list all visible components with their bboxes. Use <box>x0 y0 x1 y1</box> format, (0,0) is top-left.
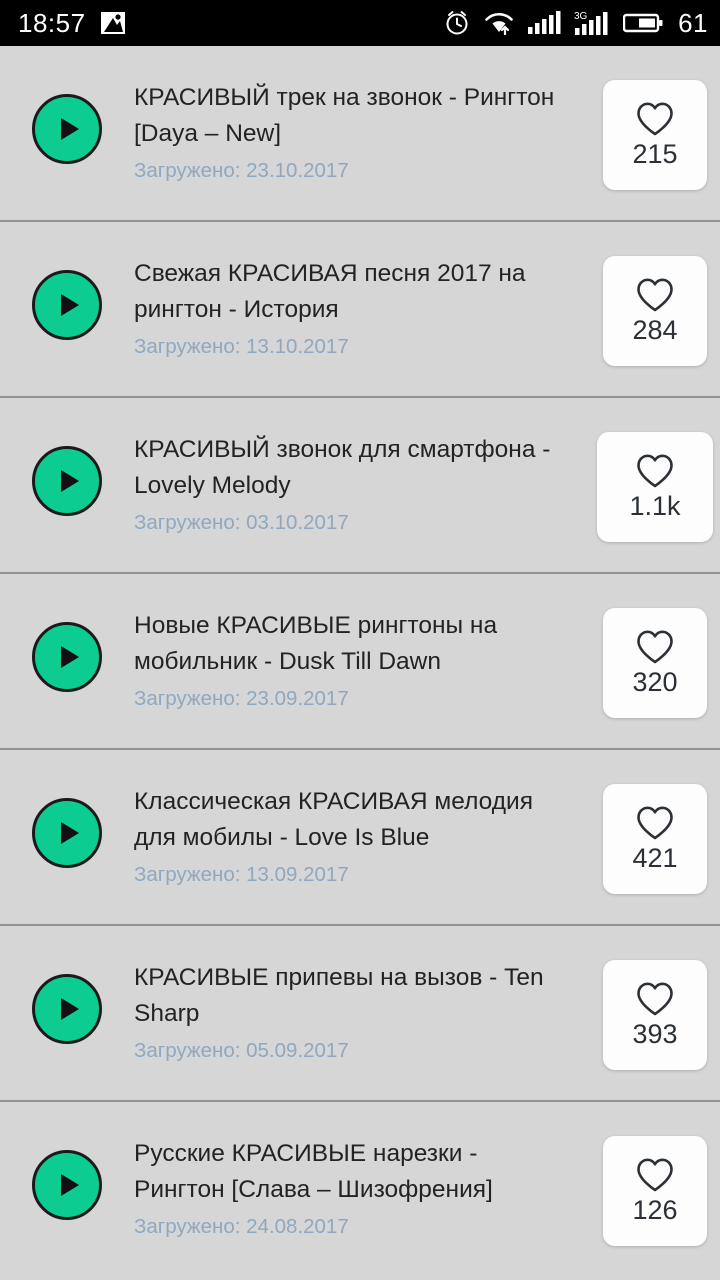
list-item[interactable]: КРАСИВЫЙ трек на звонок - Рингтон [Daya … <box>0 46 720 222</box>
like-wrap[interactable]: 1.1k <box>590 398 720 542</box>
play-button-wrap[interactable] <box>0 1102 134 1220</box>
like-button[interactable]: 320 <box>603 608 707 718</box>
3g-signal-icon: 3G <box>574 11 608 35</box>
like-count: 126 <box>632 1195 678 1225</box>
status-bar: 18:57 3G 61 <box>0 0 720 48</box>
item-upload-date: Загружено: 03.10.2017 <box>134 511 349 534</box>
like-count: 421 <box>632 843 678 873</box>
like-count: 215 <box>632 139 678 169</box>
item-title: КРАСИВЫЙ звонок для смартфона - Lovely M… <box>134 436 551 499</box>
play-icon <box>61 998 79 1020</box>
item-title: Русские КРАСИВЫЕ нарезки - Рингтон [Слав… <box>134 1140 493 1203</box>
play-icon <box>61 822 79 844</box>
play-button-wrap[interactable] <box>0 750 134 868</box>
item-title: КРАСИВЫЕ припевы на вызов - Ten Sharp <box>134 964 544 1027</box>
item-upload-date: Загружено: 23.09.2017 <box>134 687 349 710</box>
like-count: 1.1k <box>629 491 681 521</box>
play-icon <box>61 1174 79 1196</box>
wifi-icon <box>485 12 513 36</box>
ringtone-list[interactable]: КРАСИВЫЙ трек на звонок - Рингтон [Daya … <box>0 46 720 1280</box>
item-title: Новые КРАСИВЫЕ рингтоны на мобильник - D… <box>134 612 498 675</box>
item-title: Классическая КРАСИВАЯ мелодия для мобилы… <box>134 788 533 851</box>
item-upload-date: Загружено: 13.09.2017 <box>134 863 349 886</box>
heart-icon <box>637 630 673 664</box>
play-icon <box>61 646 79 668</box>
item-upload-date: Загружено: 23.10.2017 <box>134 159 349 182</box>
item-text-block: КРАСИВЫЙ трек на звонок - Рингтон [Daya … <box>134 46 590 184</box>
play-button[interactable] <box>32 270 102 340</box>
list-item[interactable]: Русские КРАСИВЫЕ нарезки - Рингтон [Слав… <box>0 1102 720 1278</box>
like-button[interactable]: 126 <box>603 1136 707 1246</box>
like-wrap[interactable]: 215 <box>590 46 720 190</box>
like-count: 320 <box>632 667 678 697</box>
item-upload-date: Загружено: 05.09.2017 <box>134 1039 349 1062</box>
list-item[interactable]: КРАСИВЫЙ звонок для смартфона - Lovely M… <box>0 398 720 574</box>
item-upload-date: Загружено: 13.10.2017 <box>134 335 349 358</box>
like-wrap[interactable]: 421 <box>590 750 720 894</box>
item-text-block: Русские КРАСИВЫЕ нарезки - Рингтон [Слав… <box>134 1102 590 1240</box>
play-button-wrap[interactable] <box>0 222 134 340</box>
heart-icon <box>637 1158 673 1192</box>
like-button[interactable]: 393 <box>603 960 707 1070</box>
status-bar-clock: 18:57 <box>18 7 86 38</box>
heart-icon <box>637 982 673 1016</box>
play-button-wrap[interactable] <box>0 46 134 164</box>
play-button[interactable] <box>32 94 102 164</box>
heart-icon <box>637 454 673 488</box>
play-button[interactable] <box>32 1150 102 1220</box>
like-button[interactable]: 1.1k <box>597 432 713 542</box>
like-button[interactable]: 284 <box>603 256 707 366</box>
play-button-wrap[interactable] <box>0 398 134 516</box>
item-text-block: Новые КРАСИВЫЕ рингтоны на мобильник - D… <box>134 574 590 712</box>
item-text-block: КРАСИВЫЙ звонок для смартфона - Lovely M… <box>134 398 590 536</box>
item-text-block: Свежая КРАСИВАЯ песня 2017 на рингтон - … <box>134 222 590 360</box>
image-placeholder-icon <box>100 12 125 34</box>
item-text-block: Классическая КРАСИВАЯ мелодия для мобилы… <box>134 750 590 888</box>
status-bar-right-icons: 3G 61 <box>443 8 708 39</box>
list-item[interactable]: Классическая КРАСИВАЯ мелодия для мобилы… <box>0 750 720 926</box>
heart-icon <box>637 278 673 312</box>
heart-icon <box>637 806 673 840</box>
like-button[interactable]: 215 <box>603 80 707 190</box>
play-button[interactable] <box>32 974 102 1044</box>
alarm-clock-icon <box>446 11 468 35</box>
battery-percentage-label: 61 <box>678 7 708 38</box>
list-item[interactable]: Новые КРАСИВЫЕ рингтоны на мобильник - D… <box>0 574 720 750</box>
svg-text:3G: 3G <box>574 11 588 22</box>
list-item[interactable]: Свежая КРАСИВАЯ песня 2017 на рингтон - … <box>0 222 720 398</box>
heart-icon <box>637 102 673 136</box>
play-button[interactable] <box>32 446 102 516</box>
play-button-wrap[interactable] <box>0 574 134 692</box>
like-count: 393 <box>632 1019 678 1049</box>
play-icon <box>61 294 79 316</box>
play-icon <box>61 470 79 492</box>
item-text-block: КРАСИВЫЕ припевы на вызов - Ten Sharp Заг… <box>134 926 590 1064</box>
like-wrap[interactable]: 393 <box>590 926 720 1070</box>
like-wrap[interactable]: 284 <box>590 222 720 366</box>
item-title: КРАСИВЫЙ трек на звонок - Рингтон [Daya … <box>134 84 555 147</box>
like-wrap[interactable]: 126 <box>590 1102 720 1246</box>
play-button-wrap[interactable] <box>0 926 134 1044</box>
item-title: Свежая КРАСИВАЯ песня 2017 на рингтон - … <box>134 260 526 323</box>
battery-icon <box>623 13 663 33</box>
item-upload-date: Загружено: 24.08.2017 <box>134 1215 349 1238</box>
list-item[interactable]: КРАСИВЫЕ припевы на вызов - Ten Sharp Заг… <box>0 926 720 1102</box>
signal-bars-icon <box>528 11 561 34</box>
status-bar-left-icons <box>100 10 126 36</box>
play-button[interactable] <box>32 622 102 692</box>
like-wrap[interactable]: 320 <box>590 574 720 718</box>
like-button[interactable]: 421 <box>603 784 707 894</box>
play-icon <box>61 118 79 140</box>
like-count: 284 <box>632 315 678 345</box>
play-button[interactable] <box>32 798 102 868</box>
